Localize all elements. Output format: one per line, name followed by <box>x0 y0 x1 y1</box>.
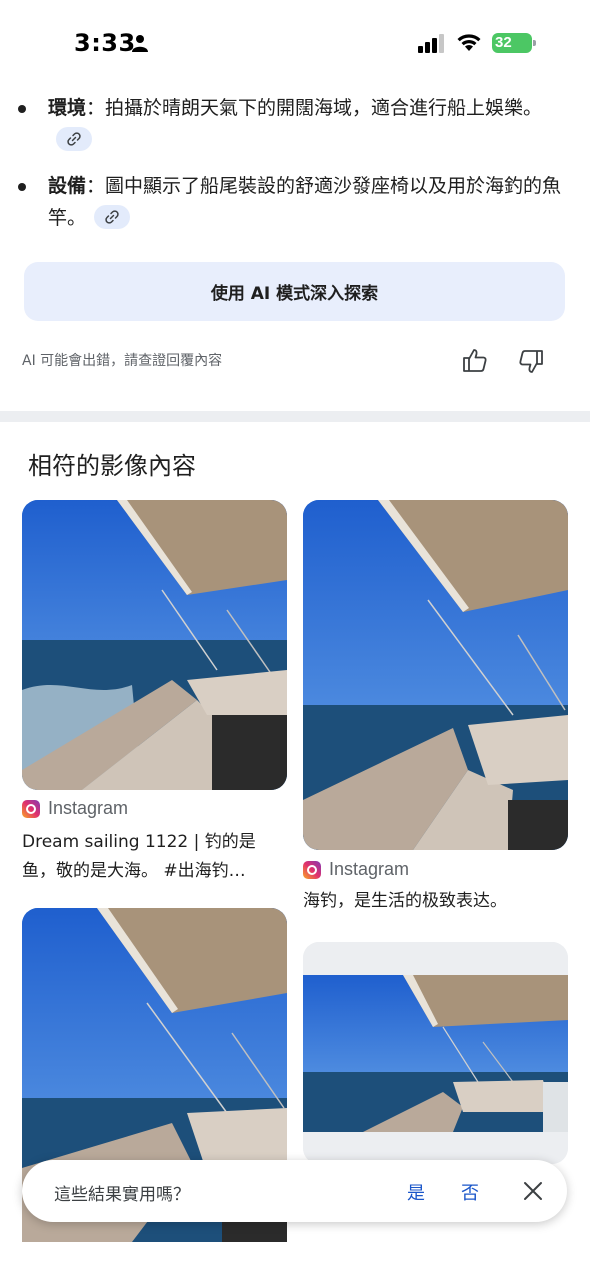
result-image[interactable] <box>303 942 568 1164</box>
section-divider <box>0 411 590 422</box>
feedback-question: 這些結果實用嗎？ <box>54 1185 190 1205</box>
instagram-icon <box>303 860 321 879</box>
feedback-no-button[interactable]: 否 <box>461 1179 479 1205</box>
result-caption[interactable]: Dream sailing 1122 | 钓的是鱼，敬的是大海。 #出海钓… <box>22 828 284 886</box>
status-time: 3:33 <box>74 29 136 57</box>
section-title: 相符的影像內容 <box>28 452 196 480</box>
feedback-bar: 這些結果實用嗎？ 是 否 <box>22 1160 567 1222</box>
status-bar: 3:33 32 <box>0 0 590 80</box>
feedback-yes-button[interactable]: 是 <box>407 1179 425 1205</box>
result-image[interactable] <box>303 500 568 850</box>
thumbs-up-icon[interactable] <box>462 347 488 373</box>
source-link-chip[interactable] <box>94 204 131 229</box>
thumbs-down-icon[interactable] <box>518 349 544 375</box>
close-icon[interactable] <box>522 1180 544 1202</box>
link-icon <box>67 131 81 146</box>
result-caption[interactable]: 海钓，是生活的极致表达。 <box>303 887 565 916</box>
instagram-icon <box>22 799 40 818</box>
battery-indicator: 32 <box>492 33 536 53</box>
bullet-text: 設備：圖中顯示了船尾裝設的舒適沙發座椅以及用於海釣的魚竿。 <box>48 170 568 234</box>
bullet-label: 環境 <box>48 97 87 119</box>
boat-photo <box>22 500 287 790</box>
bullet-text: 環境：拍攝於晴朗天氣下的開闊海域，適合進行船上娛樂。 <box>48 92 568 156</box>
source-link-chip[interactable] <box>56 126 92 151</box>
source-label: Instagram <box>48 798 129 818</box>
result-source[interactable]: Instagram <box>22 798 128 819</box>
link-icon <box>105 209 119 224</box>
boat-photo <box>303 942 568 1164</box>
source-label: Instagram <box>329 859 410 879</box>
battery-tip <box>533 40 536 46</box>
result-source[interactable]: Instagram <box>303 859 409 880</box>
bullet-body: ：拍攝於晴朗天氣下的開闊海域，適合進行船上娛樂。 <box>86 97 543 119</box>
wifi-icon <box>457 34 481 51</box>
bullet-dot <box>18 183 26 191</box>
result-image[interactable] <box>22 500 287 790</box>
person-icon <box>132 35 148 52</box>
explore-ai-mode-button[interactable]: 使用 AI 模式深入探索 <box>24 262 565 321</box>
boat-photo <box>303 500 568 850</box>
bullet-dot <box>18 105 26 113</box>
ai-disclaimer: AI 可能會出錯，請查證回覆內容 <box>22 353 223 369</box>
signal-icon <box>418 34 444 53</box>
battery-level: 32 <box>492 33 532 53</box>
bullet-label: 設備 <box>48 175 87 197</box>
